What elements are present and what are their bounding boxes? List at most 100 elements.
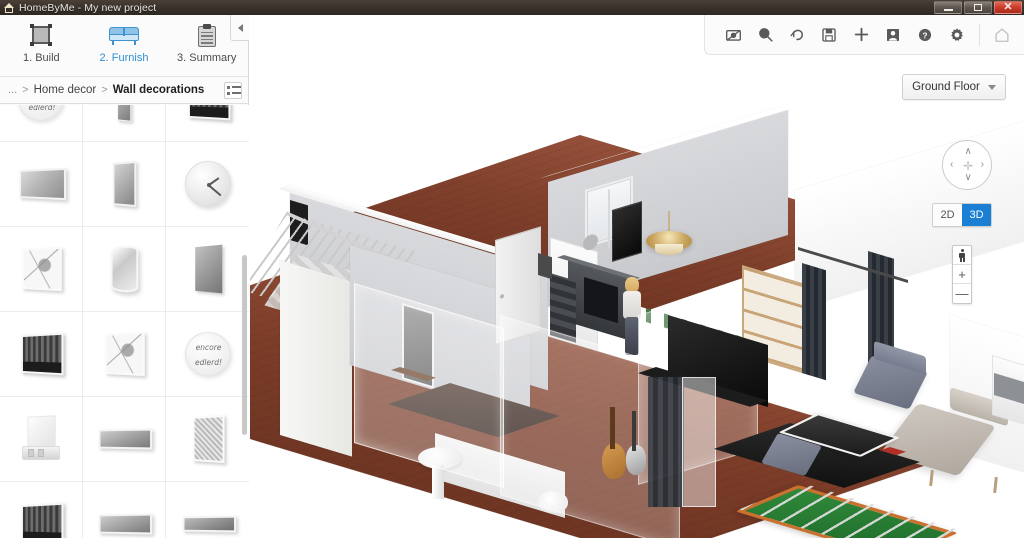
list-view-icon[interactable]: [224, 81, 242, 99]
photo-frame-thumbnail: [21, 502, 64, 538]
step-navigation: 1. Build 2. Furnish 3. Summary: [0, 15, 248, 77]
magnifier-icon: [758, 28, 773, 42]
3d-viewport[interactable]: Ground Floor ∧ ∨ ‹ › ✛ 2D 3D + —: [250, 15, 1024, 538]
window-titlebar: HomeByMe - My new project ✕: [0, 0, 1024, 15]
breadcrumb-item-wall-decorations: Wall decorations: [112, 84, 205, 96]
frame-thumbnail: [112, 160, 137, 208]
breadcrumb-separator-1: >: [22, 84, 29, 96]
catalog-item-framed-photo[interactable]: [0, 227, 83, 312]
window-title: HomeByMe - My new project: [19, 1, 157, 14]
minimize-button[interactable]: [934, 1, 962, 14]
floor-selector-label: Ground Floor: [912, 81, 980, 93]
catalog-item-wall-radiator[interactable]: [0, 397, 83, 482]
breadcrumb-ellipsis[interactable]: ...: [8, 84, 17, 96]
zoom-controls[interactable]: + —: [952, 245, 972, 304]
home-icon: [995, 27, 1009, 42]
photo-frame-thumbnail: [187, 105, 231, 121]
catalog-item-landscape-frame[interactable]: [0, 142, 83, 227]
catalog-scrollbar[interactable]: [242, 255, 247, 435]
compass-center-icon[interactable]: ✛: [962, 160, 974, 172]
screenshot-button[interactable]: [719, 21, 747, 49]
guitar-electric-neck: [632, 411, 636, 451]
compass-down-icon[interactable]: ∨: [965, 173, 972, 183]
catalog-item-wide-photo-frame[interactable]: [166, 105, 249, 142]
frame-thumbnail: [19, 167, 67, 201]
save-button[interactable]: [815, 21, 843, 49]
breadcrumb-item-home-decor[interactable]: Home decor: [34, 84, 97, 96]
home-button[interactable]: [988, 21, 1016, 49]
chandelier-cord: [668, 211, 670, 233]
tab-3d[interactable]: 3D: [962, 204, 991, 226]
step-build[interactable]: 1. Build: [0, 15, 83, 64]
step-build-label: 1. Build: [22, 52, 60, 64]
panel-thumbnail: [182, 515, 236, 533]
catalog-item-encore-wall-clock[interactable]: encore edlerd!: [166, 312, 249, 397]
panel-thumbnail: [98, 513, 153, 535]
photo-frame-thumbnail: [105, 331, 145, 377]
panel-thumbnail: [98, 428, 153, 450]
window-controls: ✕: [934, 1, 1022, 14]
measure-button[interactable]: [751, 21, 779, 49]
maximize-button[interactable]: [964, 1, 992, 14]
titlebar-left-group: HomeByMe - My new project: [0, 2, 156, 14]
curtain-left: [802, 263, 826, 381]
tab-2d[interactable]: 2D: [933, 204, 962, 226]
catalog-item-wide-grey-panel[interactable]: [83, 397, 166, 482]
chevron-left-icon: [237, 23, 243, 32]
sofa-leg-1: [929, 469, 934, 487]
catalog-item-wall-clock-text[interactable]: encoreedlerd!: [0, 105, 83, 142]
help-button[interactable]: ?: [911, 21, 939, 49]
catalog-item-narrow-frame[interactable]: [83, 105, 166, 142]
sink-pedestal: [432, 465, 444, 499]
application-surface: Ground Floor ∧ ∨ ‹ › ✛ 2D 3D + — ? 1. Bu…: [0, 15, 1024, 538]
clock-thumbnail: [184, 161, 231, 207]
catalog-item-crowd-photo-frame[interactable]: [0, 482, 83, 538]
caret-down-icon: [987, 84, 996, 90]
catalog-item-standing-mirror[interactable]: [83, 227, 166, 312]
collapse-panel-button[interactable]: [230, 15, 249, 41]
zoom-in-button[interactable]: +: [953, 265, 971, 284]
sofa-leg-2: [993, 476, 998, 494]
person-icon: [958, 248, 967, 262]
guitar-acoustic-neck: [610, 407, 615, 449]
step-furnish-label: 2. Furnish: [99, 52, 149, 64]
catalog-item-sketch-poster[interactable]: [83, 312, 166, 397]
floppy-icon: [822, 27, 836, 42]
catalog-grid-container[interactable]: encoreedlerd!: [0, 105, 249, 538]
photo-frame-thumbnail: [22, 246, 62, 292]
frame-thumbnail: [194, 244, 222, 294]
catalog-item-round-wall-clock[interactable]: [166, 142, 249, 227]
chandelier-bowl: [655, 244, 683, 255]
user-icon: [887, 28, 899, 41]
svg-text:?: ?: [922, 30, 927, 40]
frame-thumbnail: [117, 105, 132, 122]
catalog-item-flat-panel-frame[interactable]: [166, 227, 249, 312]
breadcrumb: ... > Home decor > Wall decorations: [0, 77, 248, 104]
compass-up-icon[interactable]: ∧: [965, 147, 972, 157]
navigation-compass[interactable]: ∧ ∨ ‹ › ✛: [942, 140, 992, 190]
compass-left-icon[interactable]: ‹: [950, 160, 953, 170]
step-summary-label: 3. Summary: [177, 52, 237, 64]
settings-button[interactable]: [943, 21, 971, 49]
close-button[interactable]: ✕: [994, 1, 1022, 14]
dimension-toggle[interactable]: 2D 3D: [932, 203, 992, 227]
catalog-item-slim-dark-panel[interactable]: [166, 482, 249, 538]
step-furnish[interactable]: 2. Furnish: [83, 15, 166, 64]
top-toolbar: ?: [704, 15, 1024, 55]
account-button[interactable]: [879, 21, 907, 49]
catalog-item-city-photo-print[interactable]: [0, 312, 83, 397]
catalog-item-map-poster[interactable]: [166, 397, 249, 482]
walkthrough-button[interactable]: [953, 246, 971, 265]
undo-button[interactable]: [783, 21, 811, 49]
catalog-item-slim-grey-panel[interactable]: [83, 482, 166, 538]
toolbar-divider: [979, 23, 980, 46]
breadcrumb-separator-2: >: [101, 84, 108, 96]
catalog-item-portrait-frame[interactable]: [83, 142, 166, 227]
plus-icon: [854, 27, 868, 42]
add-button[interactable]: [847, 21, 875, 49]
compass-right-icon[interactable]: ›: [981, 160, 984, 170]
zoom-out-button[interactable]: —: [953, 284, 971, 303]
floor-selector[interactable]: Ground Floor: [902, 74, 1006, 100]
gear-icon: [951, 27, 963, 41]
avatar-legs: [625, 317, 639, 355]
